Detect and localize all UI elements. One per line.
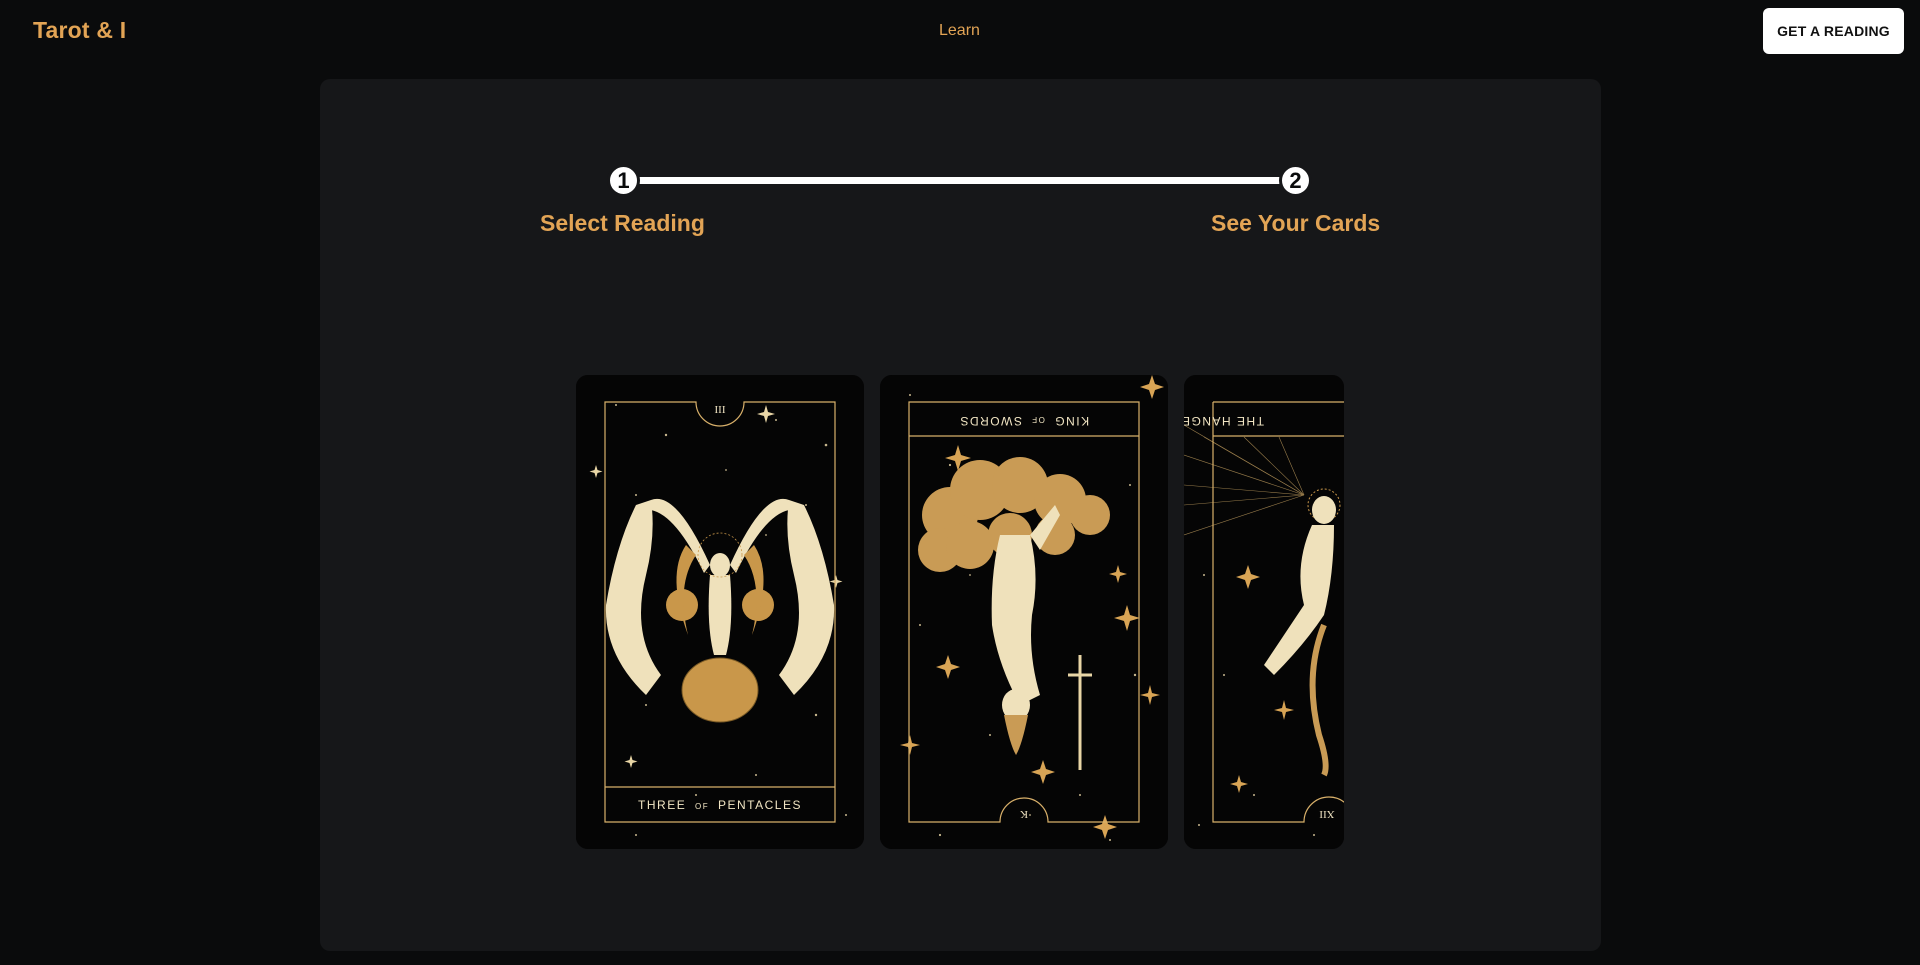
card-2-title-part2: SWORDS [959,414,1022,428]
step-1-label[interactable]: Select Reading [540,210,705,237]
card-2-title-part1: KING [1054,414,1089,428]
card-2-title-of: OF [1031,415,1045,424]
tarot-card-hanged-one[interactable]: THE HANGED ONE XII [1184,375,1344,849]
step-2-label[interactable]: See Your Cards [1211,210,1380,237]
tarot-card-king-of-swords[interactable]: KING OF SWORDS K [880,375,1168,849]
card-3-numeral: XII [1319,808,1335,820]
learn-link[interactable]: Learn [939,22,980,40]
top-navigation: Tarot & I Learn GET A READING [0,0,1920,64]
get-a-reading-button[interactable]: GET A READING [1763,8,1904,54]
king-of-swords-icon: KING OF SWORDS K [880,375,1168,849]
card-1-numeral: III [715,404,726,416]
brand-logo[interactable]: Tarot & I [33,17,126,44]
card-1-title-of: OF [695,802,709,811]
card-1-title-part1: THREE [638,798,686,812]
step-1-indicator[interactable]: 1 [607,164,640,197]
stepper-progress-line [623,177,1295,184]
hanged-one-icon: THE HANGED ONE XII [1184,375,1344,849]
card-1-title-part2: PENTACLES [718,798,802,812]
card-3-title: THE HANGED ONE [1184,414,1264,428]
three-of-pentacles-icon: III THREE OF PENTACLES [576,375,864,849]
step-2-indicator[interactable]: 2 [1279,164,1312,197]
card-2-numeral: K [1020,808,1028,820]
tarot-card-three-of-pentacles[interactable]: III THREE OF PENTACLES [576,375,864,849]
svg-text:THREE OF PENTACLES: THREE OF PENTACLES [638,798,802,812]
